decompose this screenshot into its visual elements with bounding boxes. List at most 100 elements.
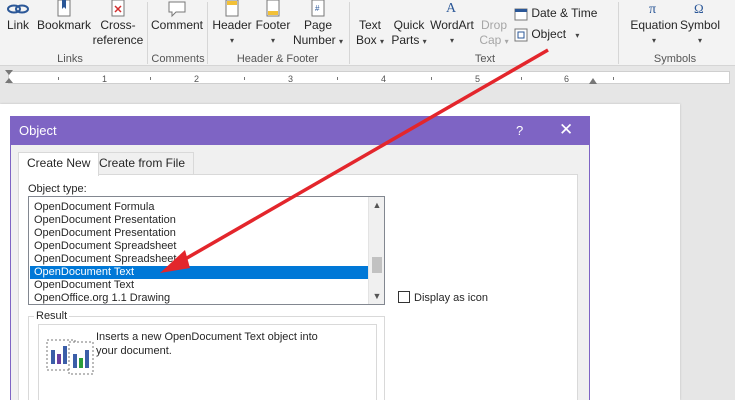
symbol-label: Symbol [680, 18, 721, 32]
text-box-label-2: Box [355, 33, 377, 47]
footer-button[interactable]: Footer ▾ [254, 0, 292, 48]
ruler-tick [337, 77, 338, 80]
right-indent-marker-icon[interactable] [588, 77, 598, 85]
listbox-scrollbar[interactable]: ▲ ▼ [368, 197, 384, 304]
horizontal-ruler[interactable]: 1 2 3 4 5 6 [0, 67, 735, 87]
result-label: Result [34, 310, 70, 322]
cross-reference-label-2: reference [92, 33, 144, 47]
cross-reference-icon [111, 0, 125, 17]
link-icon [7, 4, 29, 14]
list-item-selected[interactable]: OpenDocument Text [30, 266, 370, 279]
wordart-icon: A [446, 1, 457, 16]
drop-cap-button[interactable]: Drop Cap ▾ [478, 0, 510, 49]
equation-button[interactable]: π Equation ▾ [628, 0, 680, 48]
ruler-tick [613, 77, 614, 80]
object-button[interactable]: Object ▾ [514, 27, 594, 43]
drop-cap-icon [485, 0, 503, 18]
symbol-dropdown-icon: ▾ [697, 36, 702, 45]
header-button[interactable]: Header ▾ [210, 0, 254, 48]
separator [618, 2, 619, 64]
separator [349, 2, 350, 64]
ruler-number: 6 [564, 74, 570, 84]
link-button[interactable]: Link [4, 0, 32, 33]
footer-icon [266, 0, 280, 17]
equation-label: Equation [630, 18, 678, 32]
svg-text:π: π [649, 2, 656, 17]
ruler-strip: 1 2 3 4 5 6 [8, 71, 730, 84]
ruler-tick [521, 77, 522, 80]
comment-icon [168, 1, 186, 18]
display-as-icon-label[interactable]: Display as icon [414, 292, 488, 304]
list-item[interactable]: OpenDocument Presentation [30, 227, 370, 240]
page-number-icon: # [311, 0, 325, 17]
page-number-label-1: Page [303, 18, 333, 32]
page-number-label-2: Number [292, 33, 336, 47]
object-icon [514, 28, 528, 42]
wordart-button[interactable]: A WordArt ▾ [428, 0, 476, 48]
object-type-label: Object type: [28, 183, 87, 195]
ruler-number: 5 [475, 74, 481, 84]
dialog-title: Object [19, 123, 57, 138]
object-type-listbox[interactable]: OpenDocument Formula OpenDocument Presen… [28, 196, 385, 305]
drop-cap-label-1: Drop [480, 18, 507, 32]
header-icon [225, 0, 239, 17]
link-label: Link [6, 18, 29, 32]
list-item[interactable]: OpenOffice.org 1.1 Drawing [30, 292, 370, 304]
cross-reference-button[interactable]: Cross- reference [92, 0, 144, 48]
quick-parts-label-2-wrap: Parts ▾ [390, 33, 428, 49]
document-object-icon [46, 339, 94, 375]
symbol-button[interactable]: Ω Symbol ▾ [680, 0, 720, 48]
cross-reference-label-1: Cross- [100, 18, 136, 32]
object-label: Object [531, 27, 567, 41]
tab-create-new[interactable]: Create New [18, 152, 100, 176]
scrollbar-thumb[interactable] [372, 257, 382, 273]
ruler-number: 1 [102, 74, 108, 84]
list-item[interactable]: OpenDocument Text [30, 279, 370, 292]
scroll-down-icon[interactable]: ▼ [369, 288, 384, 304]
indent-marker-icon[interactable] [4, 70, 14, 84]
list-item[interactable]: OpenDocument Formula [30, 201, 370, 214]
quick-parts-icon [400, 0, 418, 18]
svg-text:#: # [315, 4, 320, 13]
date-time-button[interactable]: Date & Time [514, 6, 604, 21]
drop-cap-label-2: Cap [479, 33, 502, 47]
drop-cap-label-2-wrap: Cap ▾ [478, 33, 510, 49]
page-number-dropdown-icon: ▾ [339, 37, 344, 46]
quick-parts-button[interactable]: Quick Parts ▾ [390, 0, 428, 49]
separator [147, 2, 148, 64]
display-as-icon-checkbox[interactable] [398, 291, 410, 303]
footer-dropdown-icon: ▾ [270, 36, 275, 45]
group-label-comments: Comments [151, 53, 205, 65]
page-number-button[interactable]: # Page Number ▾ [292, 0, 344, 49]
result-description: Inserts a new OpenDocument Text object i… [96, 331, 318, 357]
equation-dropdown-icon: ▾ [651, 36, 656, 45]
list-item[interactable]: OpenDocument Spreadsheet [30, 240, 370, 253]
help-button[interactable]: ? [516, 123, 523, 138]
wordart-label: WordArt [430, 18, 474, 32]
ruler-number: 3 [288, 74, 294, 84]
tab-create-from-file[interactable]: Create from File [90, 152, 195, 174]
text-box-label-1: Text [358, 18, 381, 32]
dialog-titlebar[interactable]: Object ? ✕ [11, 117, 589, 145]
ruler-tick [150, 77, 151, 80]
ruler-tick [244, 77, 245, 80]
bookmark-button[interactable]: Bookmark [36, 0, 92, 33]
group-label-header-footer: Header & Footer [236, 53, 319, 65]
ruler-number: 2 [194, 74, 200, 84]
wordart-dropdown-icon: ▾ [449, 36, 454, 45]
object-dropdown-icon: ▾ [575, 31, 580, 40]
quick-parts-dropdown-icon: ▾ [422, 37, 427, 46]
close-button[interactable]: ✕ [559, 120, 573, 140]
header-dropdown-icon: ▾ [229, 36, 234, 45]
scroll-up-icon[interactable]: ▲ [369, 197, 384, 213]
drop-cap-dropdown-icon: ▾ [504, 37, 509, 46]
text-box-button[interactable]: Text Box ▾ [352, 0, 388, 49]
comment-button[interactable]: Comment [150, 0, 204, 33]
list-item[interactable]: OpenDocument Presentation [30, 214, 370, 227]
list-item[interactable]: OpenDocument Spreadsheet [30, 253, 370, 266]
text-box-label-2-wrap: Box ▾ [352, 33, 388, 49]
quick-parts-label-2: Parts [391, 33, 420, 47]
ribbon: Link Bookmark Cross- reference Comment H… [0, 0, 735, 66]
group-label-symbols: Symbols [653, 53, 697, 65]
footer-label: Footer [255, 18, 291, 32]
